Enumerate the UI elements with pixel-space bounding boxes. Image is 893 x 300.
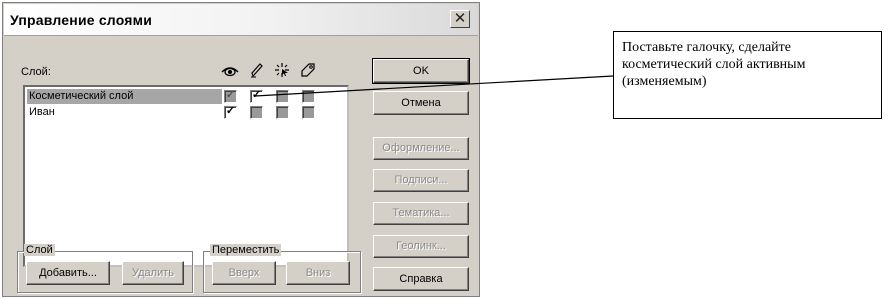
instruction-callout: Поставьте галочку, сделайте косметически… xyxy=(613,31,882,119)
callout-text: Поставьте галочку, сделайте косметически… xyxy=(622,40,806,89)
